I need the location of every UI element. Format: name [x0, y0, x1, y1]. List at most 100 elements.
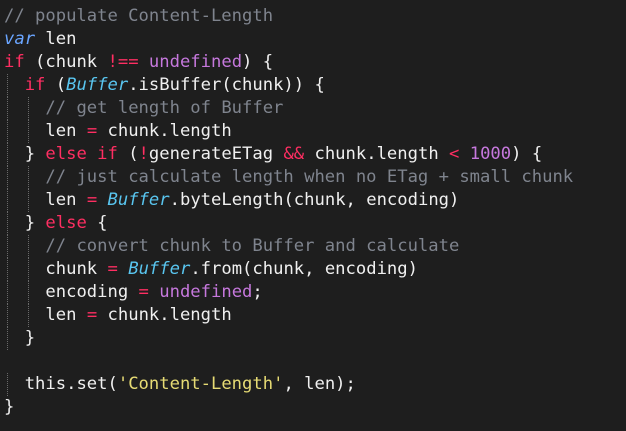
code-token: &&	[283, 144, 305, 164]
code-line[interactable]: len = Buffer.byteLength(chunk, encoding)	[4, 189, 626, 212]
code-token: chunk.length	[97, 305, 232, 325]
indent-guide	[27, 97, 29, 120]
indent-guide	[7, 189, 8, 212]
code-line[interactable]: } else {	[4, 212, 626, 235]
code-token: undefined	[159, 282, 253, 302]
code-token: .byteLength(chunk, encoding)	[169, 190, 460, 210]
indent-guide	[7, 166, 8, 189]
code-line[interactable]: if (Buffer.isBuffer(chunk)) {	[4, 74, 626, 97]
code-line[interactable]: // get length of Buffer	[4, 97, 626, 120]
code-token: , len);	[283, 374, 356, 394]
indent-guide	[27, 235, 29, 258]
code-token: Buffer	[66, 75, 129, 95]
indent-guide	[7, 281, 8, 304]
code-token: <	[449, 144, 460, 164]
code-token: =	[138, 282, 149, 302]
indent-guide	[7, 120, 8, 143]
indent-guide	[7, 74, 8, 97]
code-token: }	[24, 213, 46, 233]
code-line[interactable]: this.set('Content-Length', len);	[4, 373, 626, 396]
code-line[interactable]	[4, 350, 626, 373]
code-token: // populate Content-Length	[4, 6, 274, 26]
indent-guide	[7, 212, 8, 235]
code-token: else if	[45, 144, 118, 164]
code-token: chunk.length	[304, 144, 450, 164]
indent-guide	[7, 327, 8, 350]
code-token: ;	[252, 282, 263, 302]
code-token: else	[45, 213, 87, 233]
code-token: len	[45, 121, 87, 141]
code-line[interactable]: chunk = Buffer.from(chunk, encoding)	[4, 258, 626, 281]
code-token: encoding	[45, 282, 139, 302]
code-token: if	[24, 75, 46, 95]
indent-guide	[27, 189, 29, 212]
code-line[interactable]: if (chunk !== undefined) {	[4, 51, 626, 74]
code-token: // get length of Buffer	[45, 98, 284, 118]
indent-guide	[7, 373, 8, 396]
code-line[interactable]: len = chunk.length	[4, 120, 626, 143]
code-token: =	[86, 305, 98, 325]
code-token: .isBuffer(chunk)) {	[128, 75, 325, 95]
code-line[interactable]: } else if (!generateETag && chunk.length…	[4, 143, 626, 166]
code-line[interactable]: }	[4, 396, 626, 419]
indent-guide	[27, 304, 29, 327]
indent-guide	[7, 304, 8, 327]
code-token: len	[45, 190, 87, 210]
code-token: 1000	[469, 144, 512, 164]
indent-guide	[27, 258, 29, 281]
code-line[interactable]: var len	[4, 28, 626, 51]
code-token: =	[107, 259, 118, 279]
indent-guide	[7, 235, 8, 258]
code-token: (	[45, 75, 67, 95]
code-line[interactable]: encoding = undefined;	[4, 281, 626, 304]
code-token: if	[4, 52, 25, 72]
code-token: chunk.length	[97, 121, 232, 141]
indent-guide	[27, 281, 29, 304]
code-token: }	[24, 144, 46, 164]
code-token: Buffer	[128, 259, 191, 279]
code-token: !==	[107, 52, 139, 72]
code-token: .set(	[66, 374, 118, 394]
code-line[interactable]: len = chunk.length	[4, 304, 626, 327]
code-token: generateETag	[148, 144, 284, 164]
code-token: .from(chunk, encoding)	[190, 259, 418, 279]
code-token: chunk	[45, 259, 108, 279]
code-token: }	[24, 328, 36, 348]
code-token: len	[35, 29, 77, 49]
indent-guide	[27, 120, 29, 143]
code-line[interactable]: // convert chunk to Buffer and calculate	[4, 235, 626, 258]
code-token: Buffer	[107, 190, 170, 210]
code-token: var	[4, 29, 36, 49]
code-editor[interactable]: // populate Content-Length var len if (chu…	[0, 0, 626, 431]
code-token: !	[138, 144, 149, 164]
indent-guide	[7, 97, 8, 120]
code-line[interactable]: // populate Content-Length	[4, 5, 626, 28]
code-token: this	[24, 374, 67, 394]
code-token: =	[86, 121, 98, 141]
indent-guide	[27, 166, 29, 189]
indent-guide	[7, 258, 8, 281]
indent-guide	[7, 143, 8, 166]
code-token: (	[117, 144, 139, 164]
code-token: // convert chunk to Buffer and calculate	[45, 236, 460, 256]
code-token: }	[4, 397, 15, 417]
code-line[interactable]: }	[4, 327, 626, 350]
code-token: undefined	[148, 52, 243, 72]
code-token: // just calculate length when no ETag + …	[45, 167, 574, 187]
code-token: =	[86, 190, 98, 210]
code-line[interactable]: // just calculate length when no ETag + …	[4, 166, 626, 189]
code-token: {	[86, 213, 108, 233]
